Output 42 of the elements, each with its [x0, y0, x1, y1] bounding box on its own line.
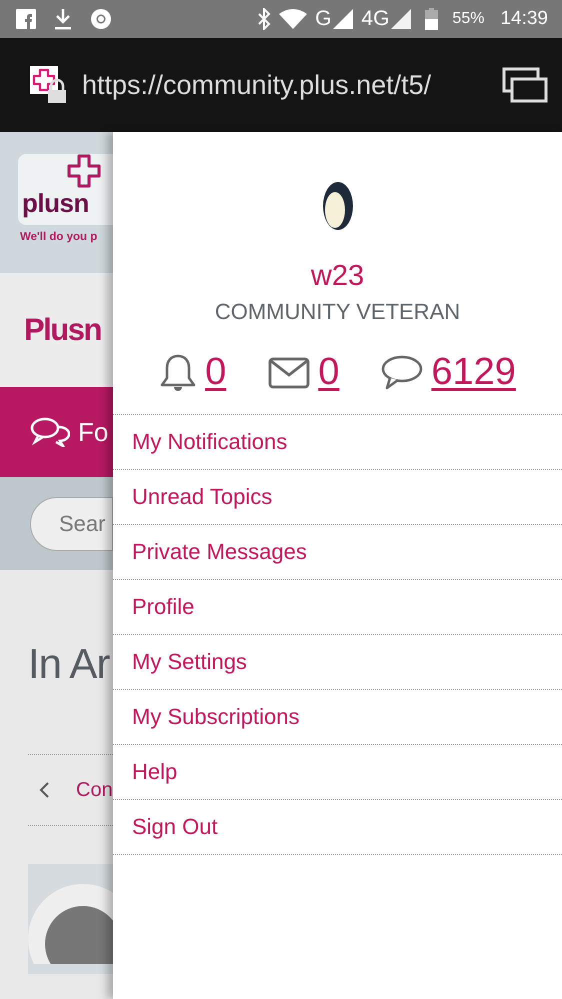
nav-label: Fo — [78, 416, 108, 448]
tabs-icon[interactable] — [502, 67, 548, 103]
chat-bubbles-icon — [30, 417, 70, 447]
speech-bubble-icon[interactable] — [381, 354, 424, 390]
network-type-label: G — [315, 7, 332, 31]
count-link[interactable]: 6129 — [431, 351, 516, 394]
site-heading: Plusn — [24, 312, 101, 348]
network-type-label: 4G — [361, 7, 390, 31]
nav-bar[interactable]: Fo — [0, 387, 113, 477]
count-link[interactable]: 0 — [318, 351, 340, 394]
menu-item[interactable]: Profile — [113, 580, 562, 635]
page-title: In Ar — [28, 640, 111, 688]
battery-icon — [425, 8, 438, 30]
chevron-left-icon[interactable] — [38, 781, 50, 799]
menu-item[interactable]: Unread Topics — [113, 470, 562, 525]
envelope-icon[interactable] — [268, 356, 310, 388]
url-text[interactable]: https://community.plus.net/t5/ — [82, 70, 488, 100]
username[interactable]: w23 — [310, 260, 364, 293]
site-lock-icon — [30, 66, 68, 104]
bluetooth-icon — [257, 8, 272, 30]
clock-time: 14:39 — [500, 8, 548, 30]
tagline: We'll do you p — [20, 231, 98, 243]
menu-item[interactable]: Private Messages — [113, 525, 562, 580]
battery-percentage: 55% — [452, 10, 484, 28]
download-icon — [54, 8, 72, 30]
count-link[interactable]: 0 — [205, 351, 226, 394]
menu-item[interactable]: My Subscriptions — [113, 690, 562, 745]
menu-item[interactable]: My Settings — [113, 635, 562, 690]
menu-item[interactable]: Sign Out — [113, 800, 562, 855]
logo-text: plusn — [22, 188, 89, 219]
browser-icon — [90, 8, 112, 30]
facebook-icon — [16, 9, 36, 29]
breadcrumb-link[interactable]: Con — [76, 778, 113, 802]
signal-icon — [333, 9, 354, 29]
search-field[interactable]: Sear — [30, 496, 113, 550]
menu-item[interactable]: Help — [113, 745, 562, 800]
user-rank: COMMUNITY VETERAN — [214, 299, 460, 325]
wifi-icon — [279, 9, 308, 29]
bell-icon[interactable] — [159, 352, 198, 392]
signal-icon — [391, 9, 412, 29]
plus-icon — [66, 154, 102, 188]
menu-item[interactable]: My Notifications — [113, 415, 562, 470]
